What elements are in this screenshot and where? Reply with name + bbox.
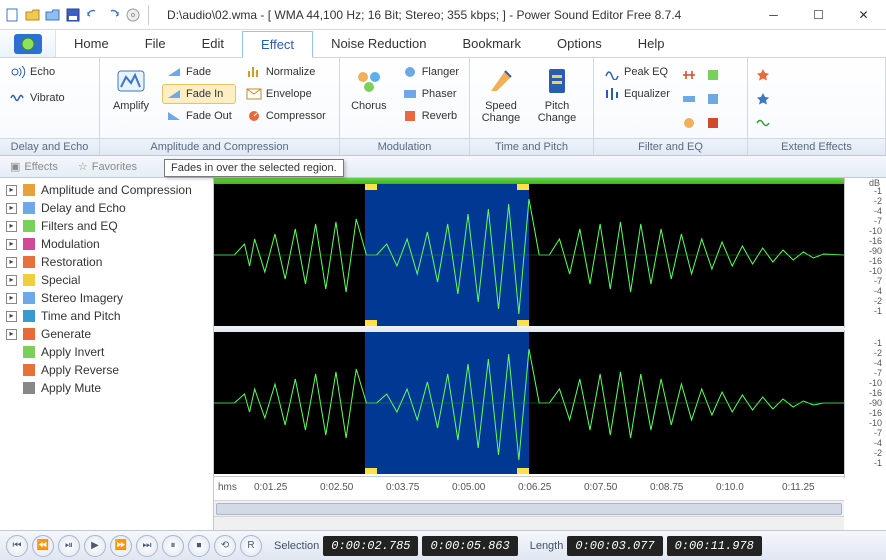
filter-extra-3[interactable] [680,114,698,132]
normalize-button[interactable]: Normalize [242,62,330,82]
tree-restoration[interactable]: ▸Restoration [2,253,211,271]
selection-start: 0:00:02.785 [323,536,418,556]
expand-icon[interactable]: ▸ [6,293,17,304]
tree-filters-and-eq[interactable]: ▸Filters and EQ [2,217,211,235]
filter-extra-2[interactable] [680,90,698,108]
waveform-right[interactable] [214,332,844,474]
speed-change-button[interactable]: Speed Change [476,62,526,127]
qa-open2[interactable] [44,6,62,24]
pitch-change-button[interactable]: Pitch Change [532,62,582,127]
menu-noise-reduction[interactable]: Noise Reduction [313,30,444,57]
group-amp-comp: Amplitude and Compression [100,138,339,155]
menu-help[interactable]: Help [620,30,683,57]
horizontal-scrollbar[interactable] [214,500,844,516]
qa-redo[interactable] [104,6,122,24]
length-label: Length [530,540,564,552]
tree-special[interactable]: ▸Special [2,271,211,289]
transport-8[interactable]: ⟲ [214,535,236,557]
transport-2[interactable]: ⏯ [58,535,80,557]
menu-options[interactable]: Options [539,30,620,57]
expand-icon[interactable]: ▸ [6,311,17,322]
peak-eq-button[interactable]: Peak EQ [600,62,674,82]
qa-new[interactable] [4,6,22,24]
effects-tree: ▸Amplitude and Compression▸Delay and Ech… [0,178,214,530]
tooltip: Fades in over the selected region. [164,159,344,177]
compressor-button[interactable]: Compressor [242,106,330,126]
tab-effects[interactable]: ▣ Effects [0,156,68,177]
minimize-button[interactable]: ─ [751,0,796,30]
filter-extra-4[interactable] [704,66,722,84]
expand-icon[interactable]: ▸ [6,239,17,250]
tree-time-and-pitch[interactable]: ▸Time and Pitch [2,307,211,325]
transport-6[interactable]: ⏸ [162,535,184,557]
maximize-button[interactable]: ☐ [796,0,841,30]
transport-0[interactable]: ⏮ [6,535,28,557]
tree-amplitude-and-compression[interactable]: ▸Amplitude and Compression [2,181,211,199]
filter-extra-5[interactable] [704,90,722,108]
selection-label: Selection [274,540,319,552]
fade-button[interactable]: Fade [162,62,236,82]
fade-out-button[interactable]: Fade Out [162,106,236,126]
transport-3[interactable]: ▶ [84,535,106,557]
window-title: D:\audio\02.wma - [ WMA 44,100 Hz; 16 Bi… [157,8,751,22]
tree-modulation[interactable]: ▸Modulation [2,235,211,253]
qa-undo[interactable] [84,6,102,24]
vibrato-button[interactable]: Vibrato [6,88,93,108]
menu-bookmark[interactable]: Bookmark [444,30,539,57]
group-filter-eq: Filter and EQ [594,138,747,155]
fade-in-button[interactable]: Fade In [162,84,236,104]
echo-button[interactable]: Echo [6,62,93,82]
menu-edit[interactable]: Edit [184,30,242,57]
transport-9[interactable]: R [240,535,262,557]
amplify-button[interactable]: Amplify [106,62,156,115]
menu-effect[interactable]: Effect [242,31,313,58]
reverb-button[interactable]: Reverb [398,106,463,126]
expand-icon[interactable]: ▸ [6,203,17,214]
transport-4[interactable]: ⏩ [110,535,132,557]
transport-7[interactable]: ⏹ [188,535,210,557]
flanger-button[interactable]: Flanger [398,62,463,82]
selection-end: 0:00:05.863 [422,536,517,556]
waveform-left[interactable] [214,184,844,326]
waveform-area[interactable]: dB-1-2-4-7-10-16-90-16-10-7-4-2-1 -1-2-4… [214,178,886,530]
transport-1[interactable]: ⏪ [32,535,54,557]
tree-stereo-imagery[interactable]: ▸Stereo Imagery [2,289,211,307]
qa-save[interactable] [64,6,82,24]
zoom-scrollbar[interactable] [214,516,844,530]
qa-cd[interactable] [124,6,142,24]
extend-2[interactable] [754,90,772,108]
length-selection: 0:00:03.077 [567,536,662,556]
equalizer-button[interactable]: Equalizer [600,84,674,104]
extend-1[interactable] [754,66,772,84]
app-icon[interactable] [0,30,56,57]
expand-icon[interactable]: ▸ [6,275,17,286]
tree-apply-invert[interactable]: Apply Invert [2,343,211,361]
menu-home[interactable]: Home [56,30,127,57]
filter-extra-1[interactable] [680,66,698,84]
tree-apply-mute[interactable]: Apply Mute [2,379,211,397]
tree-delay-and-echo[interactable]: ▸Delay and Echo [2,199,211,217]
tree-apply-reverse[interactable]: Apply Reverse [2,361,211,379]
filter-extra-6[interactable] [704,114,722,132]
tab-favorites[interactable]: ☆ Favorites [68,156,147,177]
group-extend: Extend Effects [748,138,885,155]
length-total: 0:00:11.978 [667,536,762,556]
time-ruler[interactable]: hms 0:01.250:02.500:03.750:05.000:06.250… [214,476,844,500]
envelope-button[interactable]: Envelope [242,84,330,104]
expand-icon[interactable]: ▸ [6,257,17,268]
chorus-button[interactable]: Chorus [346,62,392,115]
tree-generate[interactable]: ▸Generate [2,325,211,343]
expand-icon[interactable]: ▸ [6,185,17,196]
group-time-pitch: Time and Pitch [470,138,593,155]
group-delay-echo: Delay and Echo [0,138,99,155]
menu-file[interactable]: File [127,30,184,57]
qa-open[interactable] [24,6,42,24]
expand-icon[interactable]: ▸ [6,221,17,232]
expand-icon[interactable]: ▸ [6,329,17,340]
transport-5[interactable]: ⏭ [136,535,158,557]
phaser-button[interactable]: Phaser [398,84,463,104]
group-modulation: Modulation [340,138,469,155]
close-button[interactable]: ✕ [841,0,886,30]
extend-3[interactable] [754,114,772,132]
